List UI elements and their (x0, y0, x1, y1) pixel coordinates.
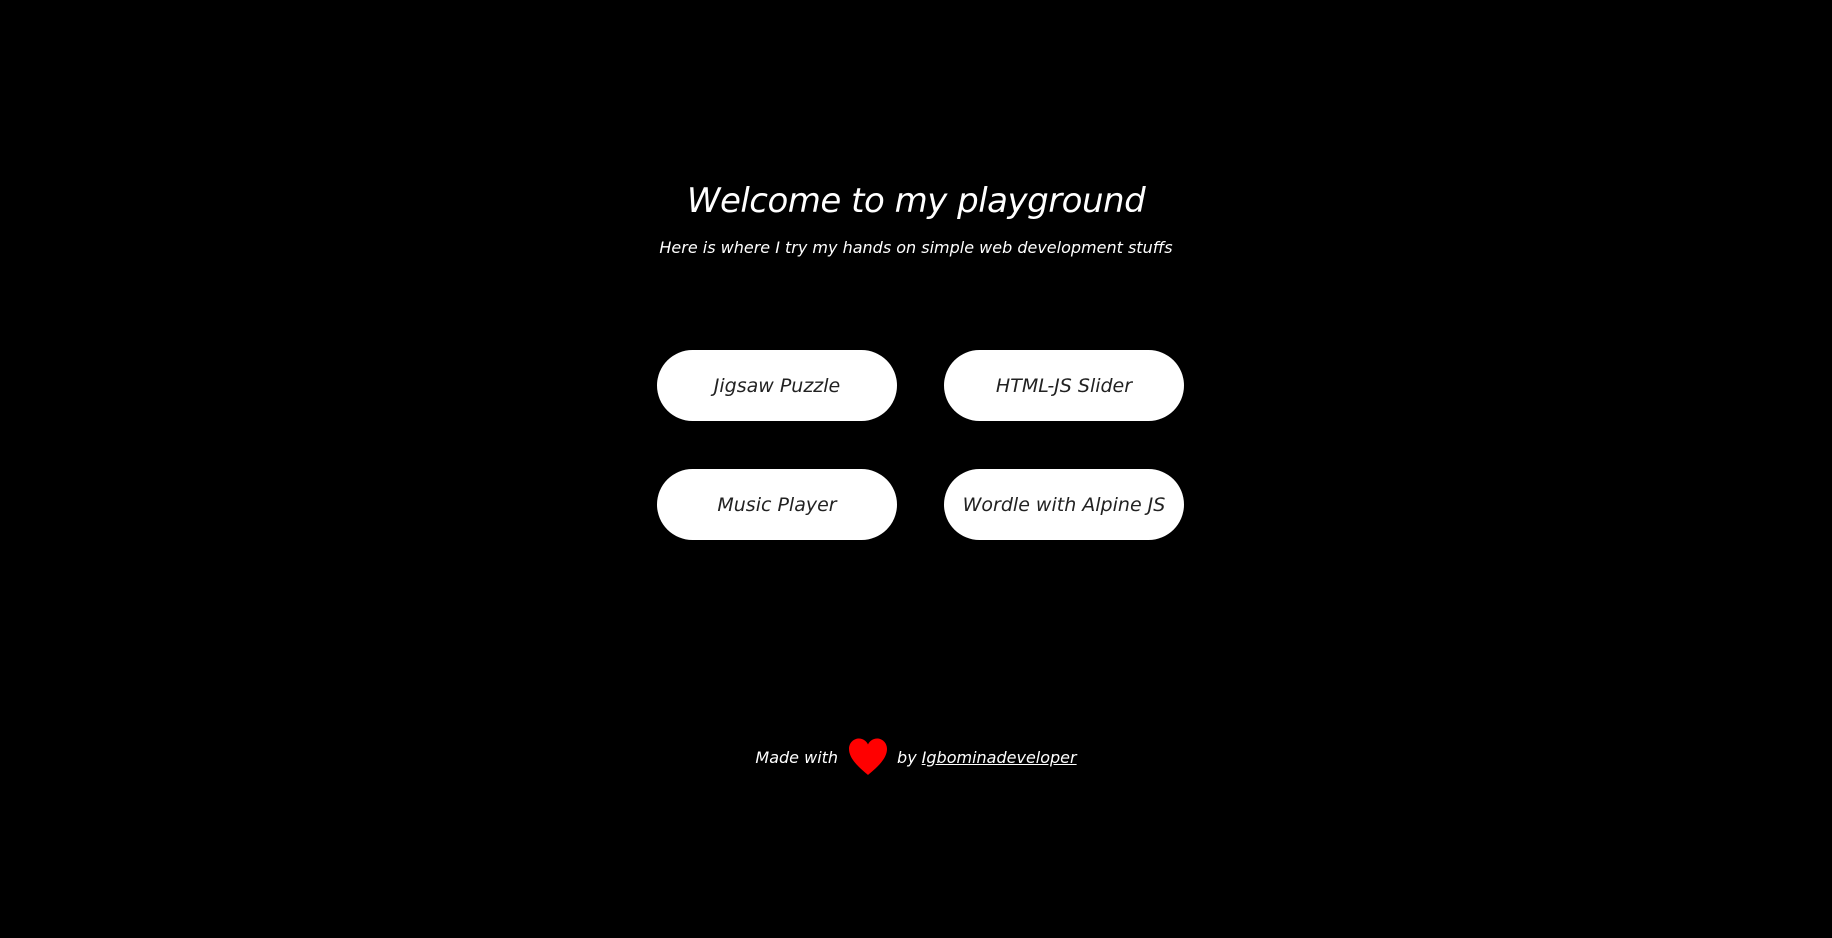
footer: Made with by Igbominadeveloper (0, 737, 1832, 777)
made-with-text: Made with (755, 747, 839, 767)
html-js-slider-button[interactable]: HTML-JS Slider (944, 350, 1184, 421)
page-title: Welcome to my playground (686, 181, 1146, 221)
wordle-alpine-js-button[interactable]: Wordle with Alpine JS (944, 469, 1184, 540)
heart-icon (847, 737, 889, 777)
project-grid: Jigsaw Puzzle HTML-JS Slider Music Playe… (657, 350, 1184, 540)
page-subtitle: Here is where I try my hands on simple w… (659, 238, 1173, 257)
by-text: by (897, 747, 917, 767)
hero-section: Welcome to my playground Here is where I… (0, 176, 1832, 260)
jigsaw-puzzle-button[interactable]: Jigsaw Puzzle (657, 350, 897, 421)
author-link[interactable]: Igbominadeveloper (922, 748, 1077, 767)
music-player-button[interactable]: Music Player (657, 469, 897, 540)
